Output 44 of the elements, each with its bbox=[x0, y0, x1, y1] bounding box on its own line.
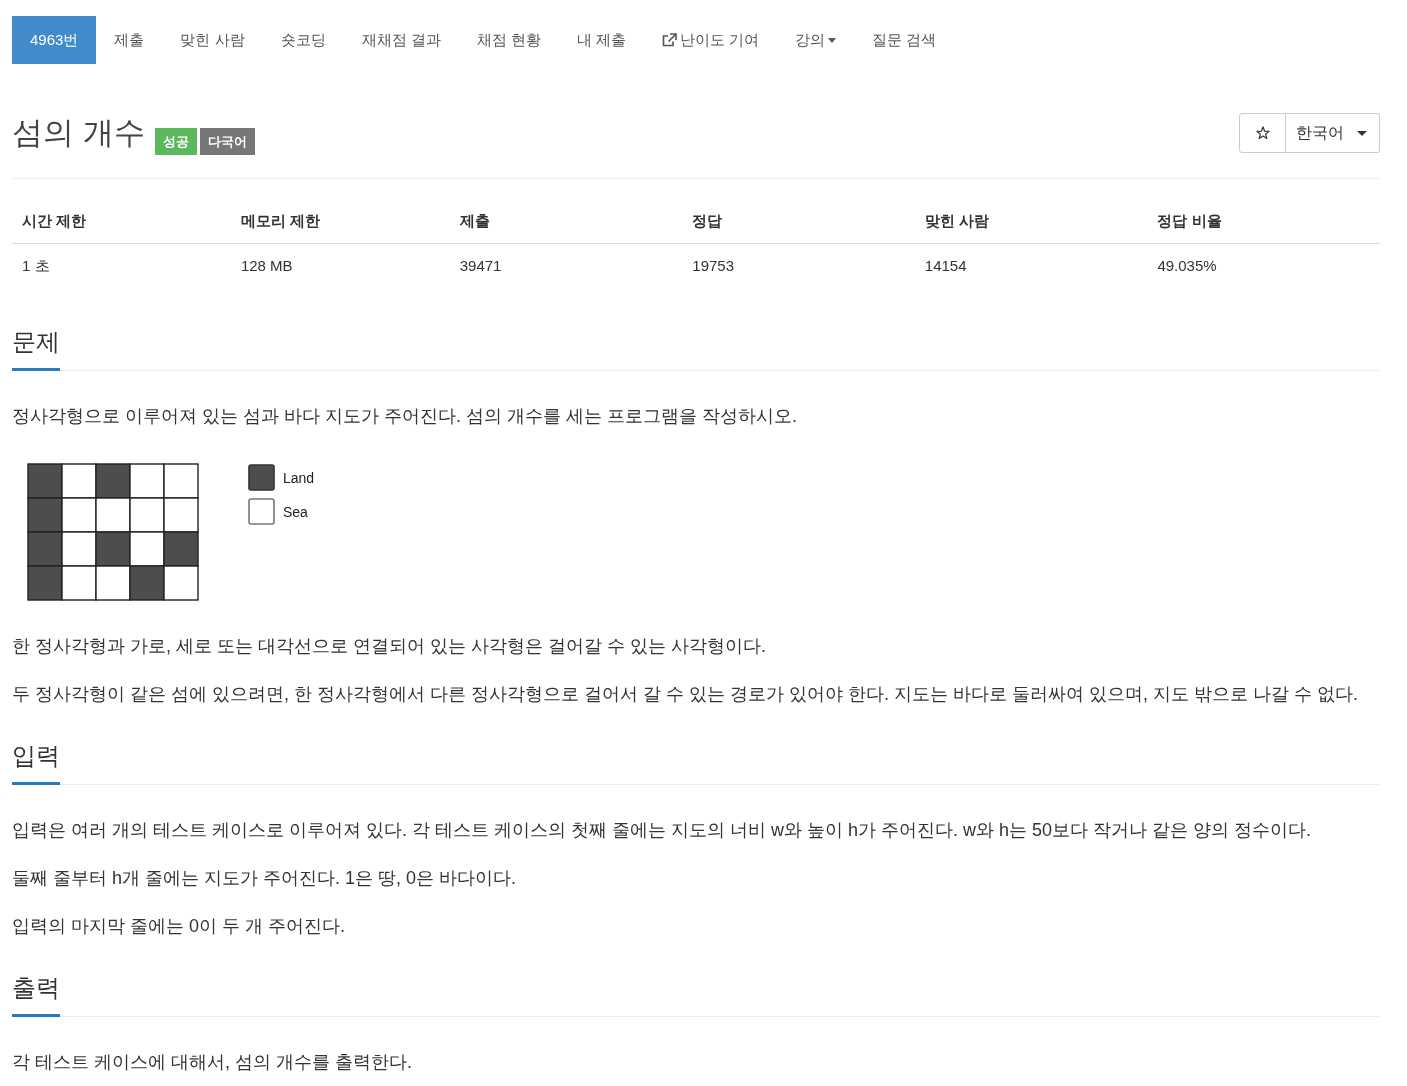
status-label: 성공 bbox=[154, 128, 197, 155]
section-title: 문제 bbox=[12, 324, 60, 371]
star-button[interactable] bbox=[1239, 113, 1286, 153]
caret-icon bbox=[828, 37, 837, 43]
language-dropdown[interactable]: 한국어 bbox=[1286, 113, 1380, 153]
nav-link[interactable]: 4963번 bbox=[12, 16, 97, 64]
table-cell: 19753 bbox=[682, 243, 915, 288]
nav-link[interactable]: 내 제출 bbox=[558, 16, 645, 64]
paragraph: 두 정사각형이 같은 섬에 있으려면, 한 정사각형에서 다른 정사각형으로 걸어서 갈 수 있는 경로가 있어야 한다. 지도는 바다로 둘러싸여 있으며, 지도 밖으로 나갈 수 없다. bbox=[12, 683, 1360, 706]
table-cell: 49.035% bbox=[1147, 243, 1380, 288]
nav-link[interactable]: 제출 bbox=[96, 16, 163, 64]
nav-link[interactable]: 질문 검색 bbox=[854, 16, 955, 64]
column-header: 정답 bbox=[682, 199, 915, 244]
legend-swatch-icon bbox=[248, 464, 275, 491]
column-header: 메모리 제한 bbox=[230, 199, 450, 244]
table-cell: 39471 bbox=[449, 243, 683, 288]
paragraph: 둘째 줄부터 h개 줄에는 지도가 주어진다. 1은 땅, 0은 바다이다. bbox=[12, 867, 518, 890]
column-header: 맞힌 사람 bbox=[914, 199, 1148, 244]
paragraph: 한 정사각형과 가로, 세로 또는 대각선으로 연결되어 있는 사각형은 걸어갈 수 있는 사각형이다. bbox=[12, 635, 767, 658]
status-label: 다국어 bbox=[199, 128, 255, 155]
column-header: 정답 비율 bbox=[1147, 199, 1380, 244]
legend-swatch-icon bbox=[248, 498, 275, 525]
nav-link[interactable]: 재채점 결과 bbox=[343, 16, 459, 64]
external-link-icon bbox=[662, 33, 678, 47]
section-title: 입력 bbox=[12, 738, 60, 785]
section-title: 출력 bbox=[12, 970, 60, 1017]
paragraph: 입력의 마지막 줄에는 0이 두 개 주어진다. bbox=[12, 915, 347, 938]
paragraph: 입력은 여러 개의 테스트 케이스로 이루어져 있다. 각 테스트 케이스의 첫째 줄에는 지도의 너비 w와 높이 h가 주어진다. w와 h는 50보다 작거나 같은 양의 정수이다. bbox=[12, 819, 1313, 842]
paragraph: 각 테스트 케이스에 대해서, 섬의 개수를 출력한다. bbox=[12, 1051, 413, 1074]
table-cell: 128 MB bbox=[230, 243, 450, 288]
table-cell: 14154 bbox=[914, 243, 1148, 288]
nav-link[interactable]: 채점 현황 bbox=[458, 16, 559, 64]
legend-label: Sea bbox=[283, 503, 308, 520]
table-cell: 1 초 bbox=[12, 243, 231, 288]
problem-title: 섬의 개수 bbox=[12, 114, 145, 152]
paragraph: 정사각형으로 이루어져 있는 섬과 바다 지도가 주어진다. 섬의 개수를 세는 프로그램을 작성하시오. bbox=[12, 405, 798, 428]
nav-link[interactable]: 맞힌 사람 bbox=[162, 16, 263, 64]
nav-link[interactable]: 난이도 기여 bbox=[644, 16, 778, 64]
nav-link[interactable]: 강의 bbox=[777, 16, 855, 64]
caret-icon bbox=[1357, 130, 1367, 136]
nav-link[interactable]: 숏코딩 bbox=[262, 16, 344, 64]
column-header: 제출 bbox=[449, 199, 683, 244]
column-header: 시간 제한 bbox=[12, 199, 231, 244]
legend-label: Land bbox=[283, 469, 315, 486]
